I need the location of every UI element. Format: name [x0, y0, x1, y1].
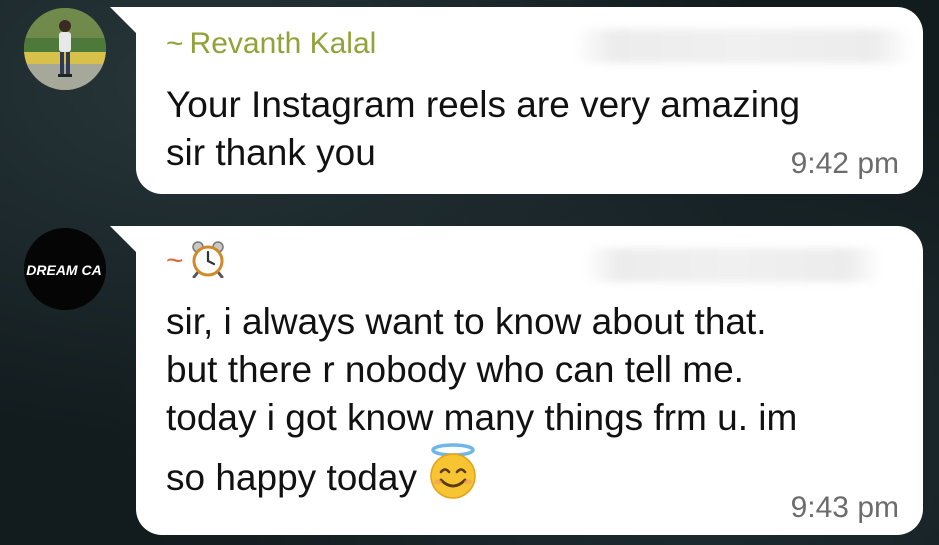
sender-name[interactable]: ~ — [166, 240, 226, 288]
message-text: Your Instagram reels are very amazing si… — [166, 81, 883, 177]
sender-name-text: Revanth Kalal — [189, 27, 377, 60]
sender-prefix: ~ — [166, 244, 184, 277]
message-row: ~ Revanth Kalal Your Instagram reels are … — [0, 0, 939, 205]
alarm-clock-icon — [190, 240, 226, 288]
dream-ca-logo-icon: DREAM CA — [24, 228, 106, 310]
message-bubble[interactable]: ~ Revanth Kalal Your Instagram reels are … — [110, 7, 923, 194]
message-line: Your Instagram reels are very amazing — [166, 84, 801, 125]
redacted-phone-number — [573, 29, 913, 63]
message-line: sir, i always want to know about that. — [166, 301, 767, 342]
message-timestamp: 9:43 pm — [790, 491, 899, 524]
avatar-logo-text: DREAM CA — [26, 262, 101, 278]
message-row: DREAM CA ~ sir, i always want to know ab… — [0, 218, 939, 545]
sender-prefix: ~ — [166, 27, 184, 60]
sender-avatar[interactable] — [24, 8, 106, 90]
bubble-tail — [110, 7, 136, 33]
redacted-phone-number — [583, 248, 883, 282]
profile-photo-icon — [24, 8, 106, 90]
bubble-tail — [110, 226, 136, 252]
smiling-face-with-halo-icon — [425, 442, 481, 519]
message-bubble[interactable]: ~ sir, i always want to know about that.… — [110, 226, 923, 535]
message-timestamp: 9:42 pm — [790, 147, 899, 180]
message-line: but there r nobody who can tell me. — [166, 349, 744, 390]
sender-name[interactable]: ~ Revanth Kalal — [166, 25, 376, 63]
message-line: so happy today — [166, 457, 417, 498]
message-line-last: so happy today — [166, 442, 883, 519]
message-text: sir, i always want to know about that. b… — [166, 298, 883, 519]
message-line: today i got know many things frm u. im — [166, 397, 798, 438]
message-line: sir thank you — [166, 132, 376, 173]
sender-avatar[interactable]: DREAM CA — [24, 228, 106, 310]
